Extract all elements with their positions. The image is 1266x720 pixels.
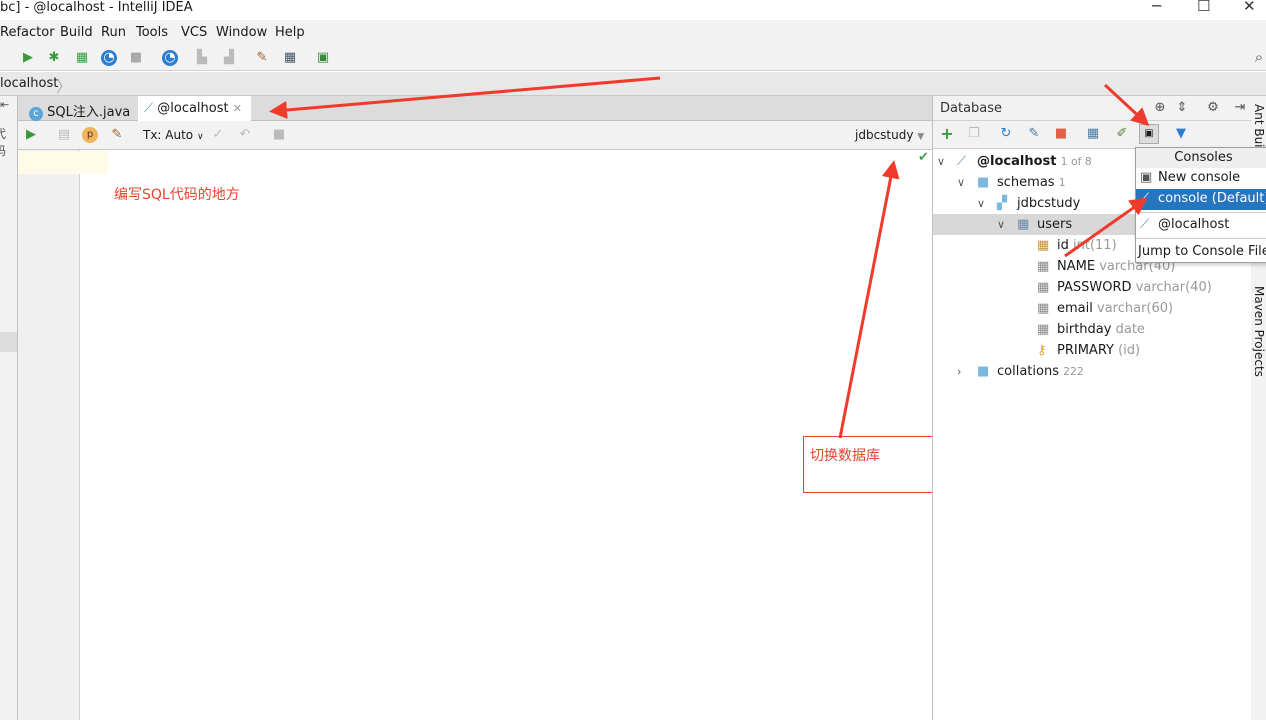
arrow-to-console-button — [1103, 83, 1150, 127]
arrow-to-schema-switcher — [838, 160, 900, 439]
arrow-to-default-console — [1064, 197, 1148, 258]
annotation-arrows — [269, 76, 1150, 439]
arrow-to-tab — [269, 76, 661, 119]
